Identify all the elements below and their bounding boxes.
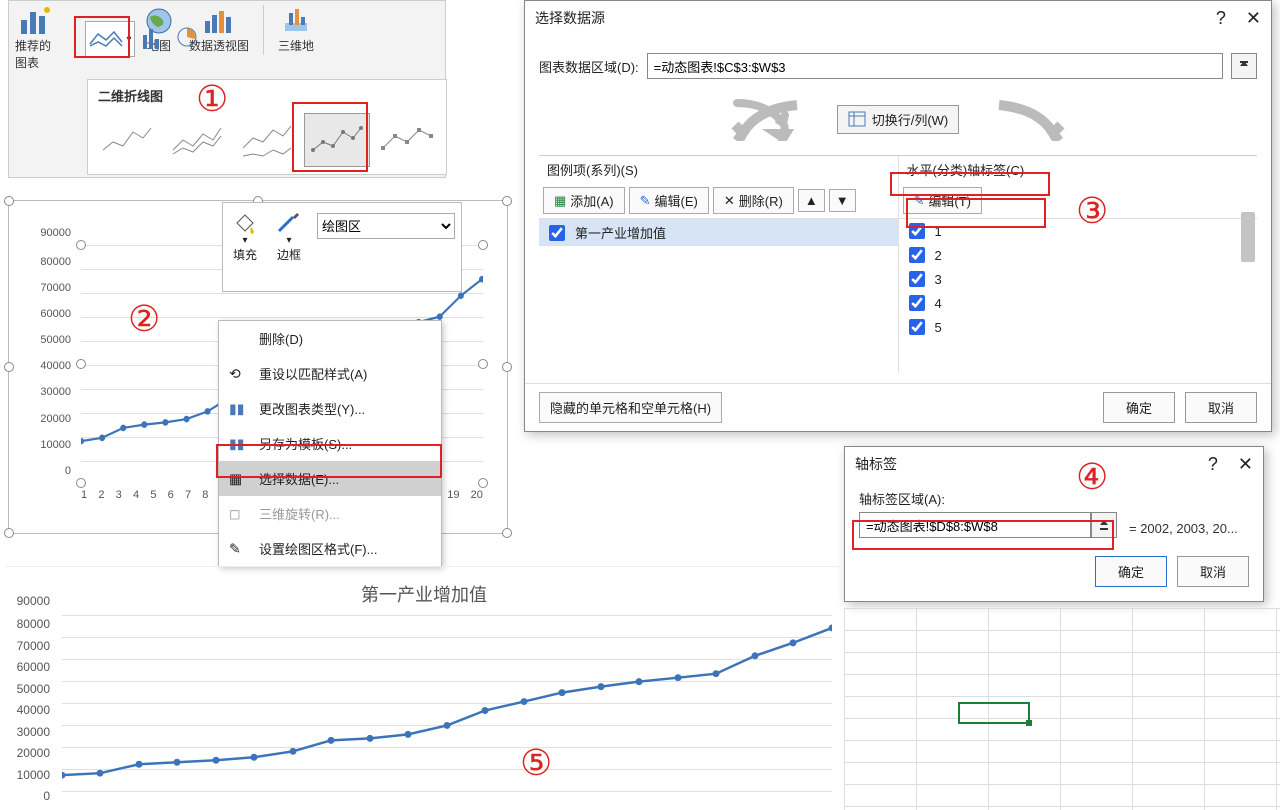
help-icon[interactable]: ?: [1216, 8, 1226, 29]
chart-mini-toolbar: ▾ 填充 ▾ 边框 绘图区: [222, 202, 462, 292]
chart-title: 第一产业增加值: [6, 567, 842, 611]
line-chart-submenu: 二维折线图: [87, 79, 447, 175]
worksheet-grid[interactable]: [844, 608, 1280, 810]
line-thumb-5-markers[interactable]: [374, 113, 440, 167]
axis-item[interactable]: 3: [899, 267, 1258, 291]
legend-series-panel: 图例项(系列)(S) ▦添加(A) ✎编辑(E) ✕删除(R) ▲ ▼ 第一产业…: [539, 156, 899, 373]
recommended-charts-label: 推荐的图表: [15, 37, 55, 71]
chart-context-menu: 删除(D) ⟲重设以匹配样式(A) ▮▮更改图表类型(Y)... ▮▮另存为模板…: [218, 320, 442, 567]
select-data-source-dialog: 选择数据源 ? ✕ 图表数据区域(D): 切换行/列(W) 图例项(系列)(S): [524, 0, 1272, 432]
annotation-1: ①: [196, 78, 228, 120]
annotation-5: ⑤: [520, 742, 552, 784]
edit-series-button[interactable]: ✎编辑(E): [629, 187, 709, 214]
line-thumb-1[interactable]: [94, 113, 160, 167]
fill-button[interactable]: ▾ 填充: [223, 203, 267, 291]
line-thumb-3[interactable]: [234, 113, 300, 167]
recommended-charts-button[interactable]: 推荐的图表: [15, 5, 55, 71]
close-icon[interactable]: ✕: [1246, 8, 1261, 29]
range-picker-button[interactable]: [1231, 53, 1257, 79]
arrow-right-icon: [989, 97, 1069, 141]
line-thumb-4-markers[interactable]: [304, 113, 370, 167]
dialog-title: 轴标签: [855, 454, 897, 474]
scrollbar[interactable]: [1241, 212, 1255, 262]
result-chart: 第一产业增加值 01000020000300004000050000600007…: [6, 566, 842, 810]
edit-axis-labels-button[interactable]: ✎编辑(T): [903, 187, 983, 214]
series-1-checkbox[interactable]: [549, 225, 565, 241]
plot-area: [62, 615, 832, 810]
3d-map-label: 三维地: [278, 37, 314, 54]
axis-range-preview: = 2002, 2003, 20...: [1125, 515, 1238, 536]
remove-series-button[interactable]: ✕删除(R): [713, 187, 794, 214]
chart-range-label: 图表数据区域(D):: [539, 57, 639, 76]
chart-range-input[interactable]: [647, 53, 1223, 79]
add-series-button[interactable]: ▦添加(A): [543, 187, 625, 214]
ctx-3d-rotate: ◻三维旋转(R)...: [219, 496, 441, 531]
3d-map-button[interactable]: 三维地: [278, 5, 314, 54]
help-icon[interactable]: ?: [1208, 454, 1218, 475]
axis-range-label: 轴标签区域(A):: [859, 489, 1249, 508]
ctx-save-template[interactable]: ▮▮另存为模板(S)...: [219, 426, 441, 461]
hidden-cells-button[interactable]: 隐藏的单元格和空单元格(H): [539, 392, 722, 423]
ok-button[interactable]: 确定: [1095, 556, 1167, 587]
ctx-format-plot-area[interactable]: ✎设置绘图区格式(F)...: [219, 531, 441, 566]
ctx-select-data[interactable]: ▦选择数据(E)...: [219, 461, 441, 496]
series-item-1[interactable]: 第一产业增加值: [539, 219, 898, 246]
chart-type-icons-row[interactable]: [141, 25, 221, 55]
move-up-button[interactable]: ▲: [798, 189, 825, 212]
dialog-title: 选择数据源: [535, 8, 605, 28]
axis-item[interactable]: 4: [899, 291, 1258, 315]
move-down-button[interactable]: ▼: [829, 189, 856, 212]
active-cell[interactable]: [958, 702, 1030, 724]
axis-range-input[interactable]: [859, 512, 1091, 538]
y-axis: 0100002000030000400005000060000700008000…: [25, 245, 75, 483]
cancel-button[interactable]: 取消: [1177, 556, 1249, 587]
submenu-title: 二维折线图: [88, 80, 446, 111]
axis-item[interactable]: 5: [899, 315, 1258, 339]
annotation-3: ③: [1076, 190, 1108, 232]
axis-item[interactable]: 2: [899, 243, 1258, 267]
ctx-delete[interactable]: 删除(D): [219, 321, 441, 356]
annotation-4: ④: [1076, 456, 1108, 498]
ctx-reset-style[interactable]: ⟲重设以匹配样式(A): [219, 356, 441, 391]
axis-labels-dialog: 轴标签 ? ✕ 轴标签区域(A): = 2002, 2003, 20... 确定…: [844, 446, 1264, 602]
ctx-change-chart-type[interactable]: ▮▮更改图表类型(Y)...: [219, 391, 441, 426]
cancel-button[interactable]: 取消: [1185, 392, 1257, 423]
line-thumb-2[interactable]: [164, 113, 230, 167]
arrow-left-icon: [727, 97, 807, 141]
switch-row-col-button[interactable]: 切换行/列(W): [837, 105, 960, 134]
chart-element-select[interactable]: 绘图区: [317, 213, 455, 239]
border-button[interactable]: ▾ 边框: [267, 203, 311, 291]
range-picker-button[interactable]: [1091, 512, 1117, 538]
line-chart-dropdown[interactable]: ▾: [85, 21, 135, 57]
axis-labels-panel: 水平(分类)轴标签(C) ✎编辑(T) 1 2 3 4 5: [899, 156, 1258, 373]
annotation-2: ②: [128, 298, 160, 340]
ok-button[interactable]: 确定: [1103, 392, 1175, 423]
y-axis: 0100002000030000400005000060000700008000…: [6, 615, 56, 810]
close-icon[interactable]: ✕: [1238, 454, 1253, 475]
